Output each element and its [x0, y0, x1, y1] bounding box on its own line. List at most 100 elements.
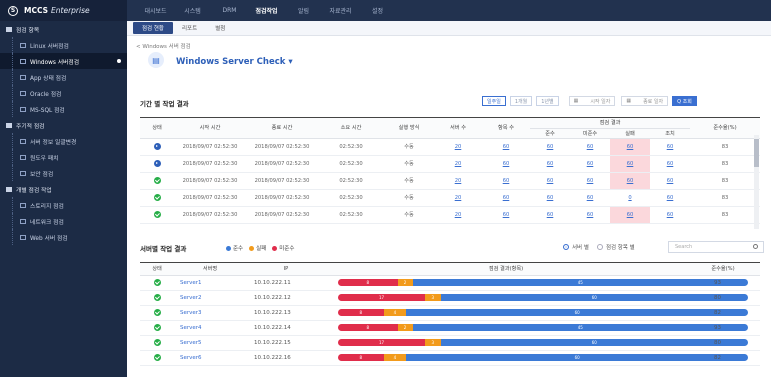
cell-ok[interactable]: 60 [530, 155, 570, 173]
cell-ok[interactable]: 60 [530, 206, 570, 224]
table-row[interactable]: Server1 10.10.222.11 8 2 45 93 [140, 275, 760, 291]
topnav-tab[interactable]: 설정 [359, 6, 396, 15]
cell-ng[interactable]: 60 [570, 155, 610, 173]
cell-ok[interactable]: 60 [530, 172, 570, 190]
sidebar-item[interactable]: 원도우 패치 [0, 149, 127, 165]
table-row[interactable]: Server5 10.10.222.15 17 3 60 80 [140, 335, 760, 351]
radio-option[interactable]: 서버 별 [563, 243, 589, 251]
noncompliant-segment[interactable]: 17 [338, 339, 426, 346]
table-row[interactable]: 2018/09/07 02:52:30 2018/09/07 02:52:30 02… [140, 138, 760, 156]
chevron-down-icon[interactable]: ▾ [288, 57, 292, 67]
noncompliant-segment[interactable]: 8 [338, 354, 384, 361]
cell-ng[interactable]: 60 [570, 138, 610, 156]
failed-segment[interactable]: 3 [425, 294, 441, 301]
cell-act[interactable]: 60 [650, 189, 690, 207]
cell-servers[interactable]: 20 [434, 206, 482, 224]
cell-ng[interactable]: 60 [570, 172, 610, 190]
server-name-link[interactable]: Server6 [174, 350, 246, 366]
sidebar-item[interactable]: Web 서버 점검 [0, 229, 127, 245]
cell-fail[interactable]: 60 [610, 172, 650, 190]
table-row[interactable]: Server3 10.10.222.13 8 4 60 82 [140, 305, 760, 321]
compliant-segment[interactable]: 60 [440, 339, 748, 346]
compliant-segment[interactable]: 45 [412, 279, 748, 286]
cell-items[interactable]: 60 [482, 206, 530, 224]
table-row[interactable]: Server4 10.10.222.14 8 2 45 93 [140, 320, 760, 336]
noncompliant-segment[interactable]: 17 [338, 294, 426, 301]
radio-icon[interactable] [596, 244, 603, 250]
topnav-tab[interactable]: 자료관리 [322, 6, 359, 15]
page-title[interactable]: Windows Server Check ▾ [176, 57, 293, 67]
failed-segment[interactable]: 4 [383, 354, 407, 361]
cell-items[interactable]: 60 [482, 189, 530, 207]
table-row[interactable]: 2018/09/07 02:52:30 2018/09/07 02:52:30 02… [140, 189, 760, 207]
cell-fail[interactable]: 60 [610, 138, 650, 156]
start-date-input[interactable]: ▦ 시작 일자 [568, 96, 616, 106]
radio-option[interactable]: 점검 항목 별 [596, 243, 635, 251]
radio-icon[interactable] [563, 244, 569, 250]
filter-week[interactable]: 일주일 [482, 96, 506, 106]
table-row[interactable]: 2018/09/07 02:52:30 2018/09/07 02:52:30 02… [140, 172, 760, 190]
compliant-segment[interactable]: 60 [440, 294, 748, 301]
end-date-input[interactable]: ▦ 종료 일자 [621, 96, 669, 106]
compliant-segment[interactable]: 45 [412, 324, 748, 331]
filter-year[interactable]: 1년별 [536, 96, 559, 106]
cell-ok[interactable]: 60 [530, 138, 570, 156]
cell-act[interactable]: 60 [650, 206, 690, 224]
table-row[interactable]: Server6 10.10.222.16 8 4 60 82 [140, 350, 760, 366]
subtab[interactable]: 리포트 [173, 22, 206, 34]
sidebar-item[interactable]: Windows 서버점검 [0, 53, 127, 69]
cell-items[interactable]: 60 [482, 172, 530, 190]
failed-segment[interactable]: 2 [397, 279, 413, 286]
table-row[interactable]: Server2 10.10.222.12 17 3 60 80 [140, 290, 760, 306]
breadcrumb[interactable]: < Windows 서버 점검 [136, 42, 191, 50]
compliant-segment[interactable]: 60 [406, 309, 748, 316]
scrollbar-thumb[interactable] [754, 139, 759, 167]
server-name-link[interactable]: Server5 [174, 335, 246, 351]
table-row[interactable]: 2018/09/07 02:52:30 2018/09/07 02:52:30 02… [140, 155, 760, 173]
table-scrollbar[interactable] [754, 135, 759, 229]
failed-segment[interactable]: 3 [425, 339, 441, 346]
cell-servers[interactable]: 20 [434, 189, 482, 207]
noncompliant-segment[interactable]: 8 [338, 309, 384, 316]
cell-servers[interactable]: 20 [434, 172, 482, 190]
topnav-tab[interactable]: DRM [211, 7, 248, 14]
cell-fail[interactable]: 60 [610, 155, 650, 173]
cell-act[interactable]: 60 [650, 138, 690, 156]
sidebar-item[interactable]: 주기적 점검 [0, 117, 127, 133]
cell-act[interactable]: 60 [650, 155, 690, 173]
sidebar-item[interactable]: 서버 정보 일괄변경 [0, 133, 127, 149]
sidebar-item[interactable]: 네트워크 점검 [0, 213, 127, 229]
topnav-tab[interactable]: 시스템 [174, 6, 211, 15]
server-name-link[interactable]: Server4 [174, 320, 246, 336]
topnav-tab[interactable]: 알림 [285, 6, 322, 15]
topnav-tab[interactable]: 점검작업 [248, 6, 285, 15]
server-name-link[interactable]: Server1 [174, 275, 246, 291]
failed-segment[interactable]: 4 [383, 309, 407, 316]
sidebar-item[interactable]: Oracle 점검 [0, 85, 127, 101]
sidebar-item[interactable]: 스토리지 점검 [0, 197, 127, 213]
sidebar-item[interactable]: 개별 점검 작업 [0, 181, 127, 197]
cell-items[interactable]: 60 [482, 155, 530, 173]
brand[interactable]: S MCCS Enterprise [0, 0, 127, 21]
server-name-link[interactable]: Server3 [174, 305, 246, 321]
search-button[interactable]: Q 조회 [672, 96, 697, 106]
sidebar-item[interactable]: MS-SQL 점검 [0, 101, 127, 117]
sidebar-item[interactable]: Linux 서버점검 [0, 37, 127, 53]
sidebar-item[interactable]: 점검 항목 [0, 21, 127, 37]
cell-fail[interactable]: 0 [610, 189, 650, 207]
compliant-segment[interactable]: 60 [406, 354, 748, 361]
subtab[interactable]: 별첨 [206, 22, 234, 34]
sidebar-item[interactable]: App 상태 점검 [0, 69, 127, 85]
noncompliant-segment[interactable]: 8 [338, 279, 398, 286]
failed-segment[interactable]: 2 [397, 324, 413, 331]
cell-ng[interactable]: 60 [570, 206, 610, 224]
search-input[interactable]: Search [668, 241, 764, 253]
noncompliant-segment[interactable]: 8 [338, 324, 398, 331]
cell-servers[interactable]: 20 [434, 138, 482, 156]
cell-servers[interactable]: 20 [434, 155, 482, 173]
cell-fail[interactable]: 60 [610, 206, 650, 224]
server-name-link[interactable]: Server2 [174, 290, 246, 306]
filter-month[interactable]: 1개월 [509, 96, 533, 106]
search-icon[interactable] [753, 244, 758, 249]
cell-act[interactable]: 60 [650, 172, 690, 190]
